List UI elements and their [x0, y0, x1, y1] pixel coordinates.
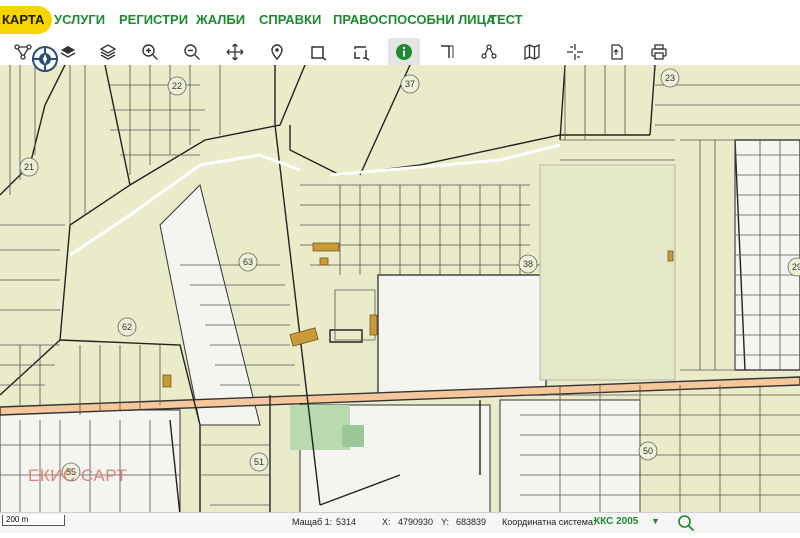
parcel-label-23: 23 [665, 73, 675, 83]
nav-test[interactable]: ТЕСТ [489, 0, 523, 38]
info-icon[interactable] [388, 38, 420, 65]
print-icon[interactable] [646, 38, 672, 65]
pan-icon[interactable] [222, 38, 248, 65]
x-coord-label: X: [382, 517, 391, 527]
scale-value: 5314 [336, 517, 357, 527]
crs-label: Координатна система: [502, 517, 596, 527]
main-nav: КАРТА УСЛУГИ РЕГИСТРИ ЖАЛБИ СПРАВКИ ПРАВ… [0, 0, 800, 39]
nav-spravki[interactable]: СПРАВКИ [259, 0, 321, 38]
parcel-label-29: 29 [792, 262, 800, 272]
location-pin-icon[interactable] [264, 38, 290, 65]
export-icon[interactable] [604, 38, 630, 65]
select-rectangle-icon[interactable] [306, 38, 332, 65]
compass-icon[interactable] [30, 44, 60, 74]
nav-uslugi[interactable]: УСЛУГИ [54, 0, 105, 38]
nav-karta[interactable]: КАРТА [0, 6, 53, 34]
share-nodes-icon[interactable] [476, 38, 502, 65]
scale-bar: 200 m [2, 515, 65, 526]
crosshair-icon[interactable] [562, 38, 588, 65]
nav-pravosposobni[interactable]: ПРАВОСПОСОБНИ ЛИЦА [333, 0, 496, 38]
parcel-label-51: 51 [254, 457, 264, 467]
zoom-in-icon[interactable] [137, 38, 163, 65]
y-coord-value: 683839 [456, 517, 487, 527]
y-coord-label: Y: [441, 517, 450, 527]
nav-zhalbi[interactable]: ЖАЛБИ [196, 0, 245, 38]
crs-dropdown-icon[interactable]: ▼ [651, 516, 660, 526]
parcel-label-22: 22 [172, 81, 182, 91]
parcel-label-50: 50 [643, 446, 653, 456]
measure-icon[interactable] [434, 38, 460, 65]
parcel-label-38: 38 [523, 259, 533, 269]
cadastral-map[interactable]: 22 37 23 21 63 38 29 62 51 50 55 [0, 65, 800, 515]
search-icon[interactable] [676, 513, 696, 533]
parcel-label-37: 37 [405, 79, 415, 89]
scale-label: Мащаб 1: [292, 517, 333, 527]
select-area-icon[interactable] [349, 38, 375, 65]
zoom-out-icon[interactable] [179, 38, 205, 65]
parcel-label-62: 62 [122, 322, 132, 332]
parcel-label-21: 21 [24, 162, 34, 172]
map-icon[interactable] [519, 38, 545, 65]
x-coord-value: 4790930 [398, 517, 434, 527]
map-toolbar [0, 38, 800, 66]
parcel-label-63: 63 [243, 257, 253, 267]
nav-registri[interactable]: РЕГИСТРИ [119, 0, 188, 38]
crs-select[interactable]: ККС 2005 [594, 516, 638, 527]
watermark-logo: ЕКИС САРТ [28, 466, 128, 485]
layers-stack-icon[interactable] [95, 38, 121, 65]
map-canvas[interactable]: 22 37 23 21 63 38 29 62 51 50 55 [0, 65, 800, 515]
